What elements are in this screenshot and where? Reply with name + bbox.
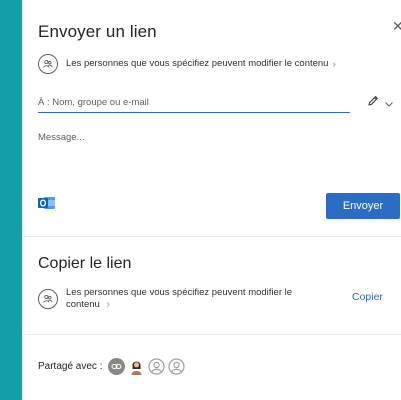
copy-link-title: Copier le lien (38, 255, 132, 272)
shared-with-label: Partagé avec : (38, 361, 103, 372)
copy-permission-text: Les personnes que vous spécifiez peuvent… (66, 287, 306, 311)
chevron-down-icon[interactable] (384, 96, 394, 114)
send-button[interactable]: Envoyer (326, 193, 400, 219)
pencil-icon[interactable] (366, 94, 380, 113)
message-input[interactable] (38, 132, 378, 172)
section-divider (22, 334, 401, 335)
outline-avatar-icon[interactable] (168, 358, 186, 375)
people-icon (38, 289, 58, 309)
chevron-right-icon: › (106, 299, 110, 310)
copy-permission-row[interactable]: Les personnes que vous spécifiez peuvent… (38, 287, 306, 311)
copy-button[interactable]: Copier (352, 291, 383, 303)
copy-permission-line2: contenu (66, 299, 100, 310)
people-icon (38, 54, 58, 74)
section-divider (22, 236, 401, 237)
send-permission-row[interactable]: Les personnes que vous spécifiez peuvent… (38, 54, 336, 74)
person-avatar-icon[interactable] (128, 358, 146, 375)
close-icon[interactable]: ✕ (392, 18, 401, 35)
chevron-right-icon: › (332, 58, 336, 70)
share-dialog: Envoyer un lien ✕ Les personnes que vous… (22, 0, 401, 400)
outline-avatar-icon[interactable] (148, 358, 166, 375)
shared-with-row: Partagé avec : (38, 358, 188, 375)
outlook-icon[interactable] (38, 196, 56, 210)
link-avatar-icon[interactable] (108, 358, 126, 375)
send-permission-text: Les personnes que vous spécifiez peuvent… (66, 58, 329, 69)
recipient-input[interactable] (38, 95, 350, 113)
send-link-title: Envoyer un lien (38, 22, 157, 41)
copy-permission-line1: Les personnes que vous spécifiez peuvent… (66, 287, 293, 298)
